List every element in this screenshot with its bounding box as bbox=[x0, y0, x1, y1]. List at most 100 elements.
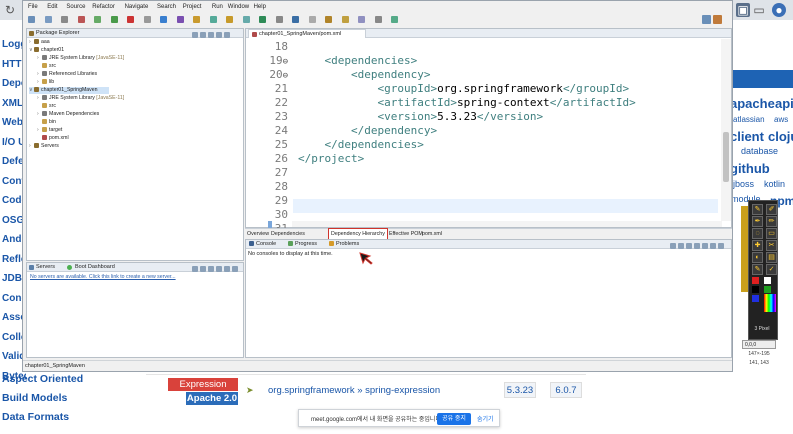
fold-icon[interactable]: ⊖ bbox=[283, 71, 288, 81]
toolbar-button[interactable] bbox=[226, 16, 233, 23]
tree-item[interactable]: bin bbox=[37, 119, 56, 126]
tag-link[interactable]: atlassian bbox=[733, 115, 765, 124]
view-toolbar[interactable] bbox=[190, 30, 240, 38]
code-line[interactable]: <dependency> bbox=[298, 68, 430, 81]
hide-notice-link[interactable]: 숨기기 bbox=[477, 414, 494, 423]
category-badge[interactable]: Expression Lang bbox=[168, 378, 238, 403]
tree-item[interactable]: › Servers bbox=[29, 143, 59, 150]
tree-item[interactable]: ∨ chapter01_SpringMaven bbox=[29, 87, 109, 94]
color-select[interactable]: 0,0,0 bbox=[742, 340, 776, 349]
menu-item[interactable]: Navigate bbox=[125, 4, 149, 10]
palette-grip[interactable] bbox=[741, 206, 748, 292]
category-link[interactable]: Aspect Oriented bbox=[2, 373, 83, 385]
color-swatch[interactable] bbox=[764, 277, 771, 284]
tag-link[interactable]: aws bbox=[774, 115, 788, 124]
menu-item[interactable]: File bbox=[28, 4, 38, 10]
toolbar-button[interactable] bbox=[391, 16, 398, 23]
tab-problems[interactable]: Problems bbox=[329, 241, 359, 247]
menu-item[interactable]: Project bbox=[183, 4, 202, 10]
pom-tab[interactable]: Overview bbox=[246, 230, 270, 239]
code-line[interactable]: <dependencies> bbox=[298, 54, 418, 67]
tab-progress[interactable]: Progress bbox=[288, 241, 317, 247]
pom-tab[interactable]: pom.xml bbox=[421, 230, 443, 239]
tree-item[interactable]: pom.xml bbox=[37, 135, 69, 142]
toolbar-button[interactable] bbox=[176, 16, 184, 23]
toolbar-button[interactable] bbox=[275, 16, 283, 23]
code-line[interactable]: <groupId>org.springframework</groupId> bbox=[298, 82, 629, 95]
perspective-switcher[interactable] bbox=[702, 15, 728, 25]
fold-icon[interactable]: ⊖ bbox=[283, 57, 288, 67]
menu-item[interactable]: Search bbox=[157, 4, 176, 10]
tag-link[interactable]: github bbox=[730, 161, 770, 176]
toolbar-button[interactable] bbox=[259, 16, 266, 23]
window-icon[interactable]: ▭ bbox=[752, 3, 766, 17]
tree-item[interactable]: › target bbox=[37, 127, 62, 134]
toolbar-button[interactable] bbox=[325, 16, 332, 23]
tree-item[interactable]: ∨ chapter01 bbox=[29, 47, 64, 54]
menu-item[interactable]: Edit bbox=[47, 4, 57, 10]
palette-tool-icon[interactable]: ✐ bbox=[766, 204, 777, 215]
tag-link[interactable]: api bbox=[775, 96, 793, 111]
palette-tool-icon[interactable]: ✏ bbox=[766, 216, 777, 227]
menu-item[interactable]: Run bbox=[212, 4, 223, 10]
toolbar-button[interactable] bbox=[28, 16, 35, 23]
category-link[interactable]: XML bbox=[2, 98, 23, 109]
tree-item[interactable]: › lib bbox=[37, 79, 54, 86]
palette-tool-icon[interactable]: ▤ bbox=[766, 252, 777, 263]
scroll-thumb[interactable] bbox=[723, 132, 729, 182]
color-swatch[interactable] bbox=[752, 277, 759, 284]
package-explorer-tab[interactable]: Package Explorer bbox=[27, 29, 243, 38]
tab-console[interactable]: Console bbox=[249, 241, 276, 247]
code-line[interactable]: </dependency> bbox=[298, 124, 437, 137]
tag-link[interactable]: database bbox=[741, 146, 778, 156]
tag-link[interactable]: apache bbox=[730, 96, 775, 111]
pom-tab[interactable]: Effective POM bbox=[388, 230, 424, 239]
extension-icon[interactable]: ▣ bbox=[736, 3, 750, 17]
color-swatch[interactable] bbox=[752, 286, 759, 293]
palette-tool-icon[interactable]: ✒ bbox=[752, 216, 763, 227]
toolbar-button[interactable] bbox=[358, 16, 365, 23]
palette-tool-icon[interactable]: ✎ bbox=[752, 264, 763, 275]
tree-item[interactable]: src bbox=[37, 63, 56, 70]
menu-item[interactable]: Refactor bbox=[92, 4, 115, 10]
toolbar-button[interactable] bbox=[160, 16, 167, 23]
editor-vertical-scrollbar[interactable] bbox=[721, 39, 731, 221]
stop-sharing-button[interactable]: 공유 중지 bbox=[437, 413, 471, 425]
code-line[interactable]: </dependencies> bbox=[298, 138, 424, 151]
code-line[interactable]: <version>5.3.23</version> bbox=[298, 110, 543, 123]
editor-tab-pom[interactable]: chapter01_SpringMaven/pom.xml bbox=[248, 29, 366, 38]
tag-link[interactable]: client bbox=[730, 129, 764, 144]
tree-item[interactable]: src bbox=[37, 103, 56, 110]
toolbar-button[interactable] bbox=[193, 16, 200, 23]
toolbar-button[interactable] bbox=[44, 16, 52, 23]
editor-horizontal-scrollbar[interactable] bbox=[292, 221, 722, 227]
toolbar-button[interactable] bbox=[341, 16, 349, 23]
artifact-link[interactable]: org.springframework » spring-expression bbox=[268, 385, 440, 396]
console-toolbar[interactable] bbox=[668, 241, 728, 249]
toolbar-button[interactable] bbox=[110, 16, 118, 23]
tab-boot-dashboard[interactable]: Boot Dashboard bbox=[75, 264, 115, 270]
tree-item[interactable]: › JRE System Library [JavaSE-11] bbox=[37, 55, 124, 62]
palette-tool-icon[interactable]: ✂ bbox=[766, 240, 777, 251]
toolbar-button[interactable] bbox=[94, 16, 101, 23]
pom-tab[interactable]: Dependencies bbox=[270, 230, 306, 239]
license-badge[interactable]: Apache 2.0 bbox=[186, 392, 238, 405]
category-link[interactable]: Defe bbox=[2, 156, 24, 167]
menu-item[interactable]: Help bbox=[254, 4, 266, 10]
code-line[interactable]: <artifactId>spring-context</artifactId> bbox=[298, 96, 635, 109]
tab-servers[interactable]: Servers bbox=[36, 264, 55, 270]
palette-tool-icon[interactable]: ✚ bbox=[752, 240, 763, 251]
code-line[interactable]: </project> bbox=[298, 152, 364, 165]
toolbar-button[interactable] bbox=[308, 16, 316, 23]
palette-tool-icon[interactable]: ✎ bbox=[752, 204, 763, 215]
tag-link[interactable]: jboss bbox=[733, 179, 754, 189]
toolbar-button[interactable] bbox=[61, 16, 68, 23]
color-swatch[interactable] bbox=[752, 295, 759, 302]
color-spectrum[interactable] bbox=[764, 294, 776, 312]
menu-item[interactable]: Window bbox=[228, 4, 249, 10]
perspective-java-icon[interactable] bbox=[702, 15, 711, 24]
category-link[interactable]: Web bbox=[2, 117, 23, 128]
servers-toolbar[interactable] bbox=[190, 264, 240, 272]
toolbar-button[interactable] bbox=[242, 16, 250, 23]
version-link[interactable]: 5.3.23 bbox=[504, 382, 536, 398]
